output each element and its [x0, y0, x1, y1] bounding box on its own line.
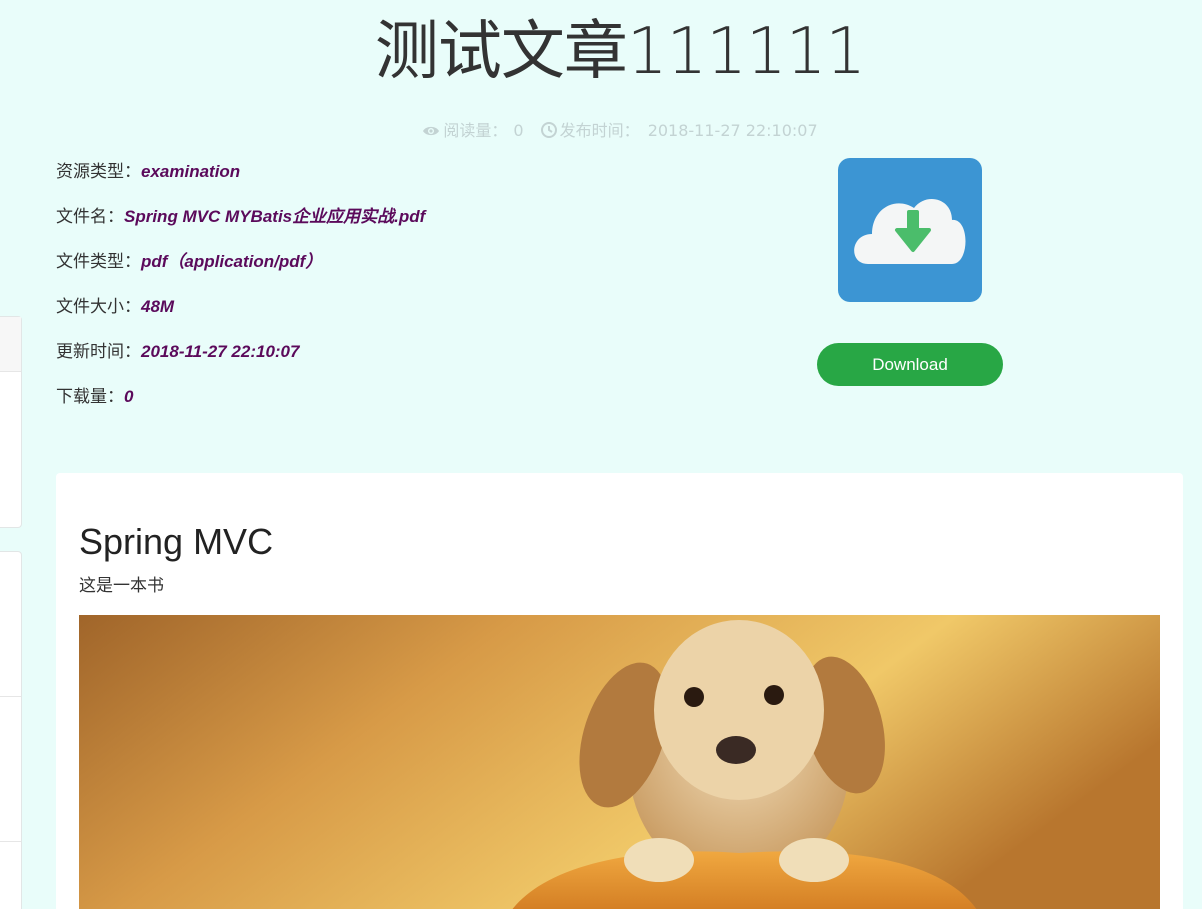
filetype-label: 文件类型：	[56, 252, 141, 272]
content-description: 这是一本书	[79, 576, 164, 596]
download-image-button[interactable]	[838, 158, 982, 302]
filetype-value: pdf（application/pdf）	[141, 252, 323, 271]
publish-time: 2018-11-27 22:10:07	[647, 121, 818, 140]
filesize-value: 48M	[141, 297, 175, 316]
download-count-value: 0	[124, 387, 134, 406]
resource-type-label: 资源类型：	[56, 162, 141, 182]
resource-info: 资源类型：examination 文件名：Spring MVC MYBatis企…	[56, 157, 756, 427]
clock-icon	[540, 122, 557, 142]
read-count: 0	[513, 121, 524, 140]
cloud-download-icon	[854, 198, 966, 264]
resource-type-value: examination	[141, 162, 241, 181]
filesize-row: 文件大小：48M	[56, 292, 756, 337]
filename-row: 文件名：Spring MVC MYBatis企业应用实战.pdf	[56, 202, 756, 247]
read-count-label: 阅读量：	[443, 121, 508, 140]
side-panel-divider	[0, 841, 21, 842]
updated-time-label: 更新时间：	[56, 342, 141, 362]
content-heading: Spring MVC	[79, 521, 274, 562]
side-panel-divider	[0, 696, 21, 697]
eye-icon	[422, 123, 440, 142]
article-meta: 阅读量： 0 发布时间： 2018-11-27 22:10:07	[0, 117, 1202, 142]
filetype-row: 文件类型：pdf（application/pdf）	[56, 247, 756, 292]
side-panel-top	[0, 316, 22, 528]
filename-label: 文件名：	[56, 207, 124, 227]
article-content: Spring MVC 这是一本书	[56, 473, 1183, 909]
resource-type-row: 资源类型：examination	[56, 157, 756, 202]
filename-value: Spring MVC MYBatis企业应用实战.pdf	[124, 207, 426, 226]
download-count-label: 下载量：	[56, 387, 124, 407]
page: 测试文章111111 阅读量： 0 发布时间： 2018-11-27 22:10:0…	[0, 0, 1202, 909]
download-count-row: 下载量：0	[56, 382, 756, 427]
filesize-label: 文件大小：	[56, 297, 141, 317]
publish-time-label: 发布时间：	[559, 121, 640, 140]
updated-time-value: 2018-11-27 22:10:07	[141, 342, 300, 361]
download-button[interactable]: Download	[817, 343, 1003, 386]
page-title: 测试文章111111	[374, 15, 866, 89]
side-panel-bottom	[0, 551, 22, 909]
puppy-image	[79, 615, 1160, 909]
side-panel-header	[0, 317, 21, 372]
updated-time-row: 更新时间：2018-11-27 22:10:07	[56, 337, 756, 382]
